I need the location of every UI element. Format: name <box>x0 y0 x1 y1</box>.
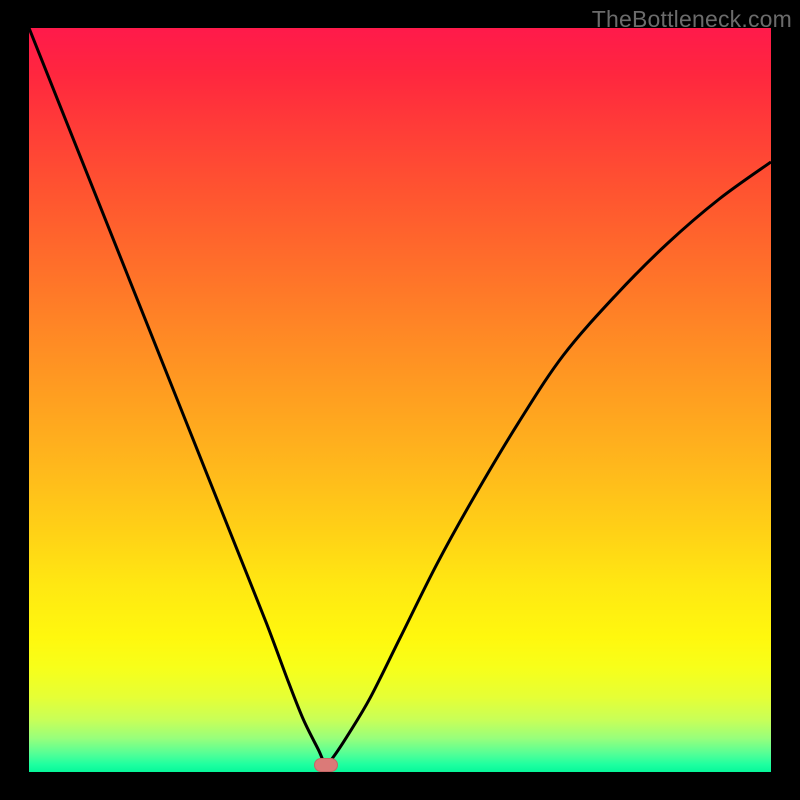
bottleneck-curve <box>29 28 771 772</box>
plot-area <box>29 28 771 772</box>
chart-frame: TheBottleneck.com <box>0 0 800 800</box>
watermark-text: TheBottleneck.com <box>592 6 792 33</box>
optimal-marker <box>314 758 338 772</box>
curve-line <box>29 28 771 765</box>
